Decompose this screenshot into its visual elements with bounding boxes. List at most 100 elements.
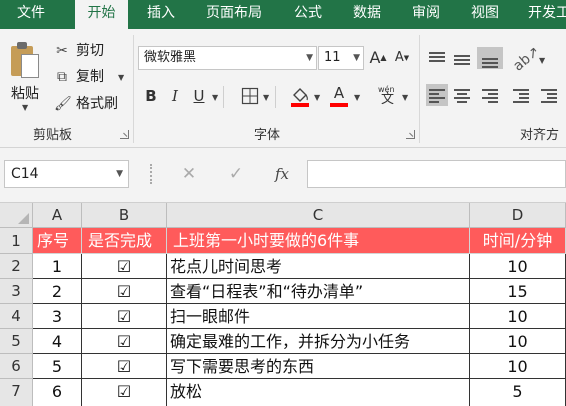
row-header[interactable]: 1 (0, 228, 33, 254)
task-cell[interactable]: 确定最难的工作，并拆分为小任务 (167, 329, 470, 354)
font-color-button[interactable]: A (328, 84, 350, 108)
name-box[interactable]: C14 ▼ (4, 160, 129, 188)
chevron-down-icon[interactable]: ▼ (263, 93, 269, 102)
column-header-c[interactable]: C (167, 203, 470, 228)
tab-data[interactable]: 数据 (342, 0, 392, 29)
ribbon-tab-bar: 文件 开始 插入 页面布局 公式 数据 审阅 视图 开发工 (0, 0, 566, 29)
task-cell[interactable]: 扫一眼邮件 (167, 304, 470, 329)
row-header[interactable]: 3 (0, 279, 33, 304)
task-cell[interactable]: 放松 (167, 379, 470, 406)
copy-icon: ⧉ (57, 69, 67, 85)
tab-insert[interactable]: 插入 (137, 0, 185, 29)
format-painter-label: 格式刷 (76, 96, 118, 112)
tab-file[interactable]: 文件 (0, 0, 62, 29)
divider (275, 86, 276, 108)
copy-button[interactable]: ⧉ 复制 ▼ (54, 66, 130, 88)
chevron-down-icon[interactable]: ▼ (539, 56, 545, 65)
table-header-cell[interactable]: 时间/分钟 (470, 228, 566, 254)
enter-icon[interactable]: ✓ (221, 160, 251, 188)
chevron-down-icon[interactable]: ▼ (354, 93, 360, 102)
cut-button[interactable]: ✂ 剪切 (54, 40, 124, 62)
shrink-font-button[interactable]: A▼ (391, 46, 413, 70)
seq-cell[interactable]: 2 (33, 279, 82, 304)
minutes-cell[interactable]: 15 (470, 279, 566, 304)
grow-font-button[interactable]: A▲ (367, 46, 389, 70)
row-header[interactable]: 2 (0, 254, 33, 279)
minutes-cell[interactable]: 5 (470, 379, 566, 406)
column-header-a[interactable]: A (33, 203, 82, 228)
seq-cell[interactable]: 6 (33, 379, 82, 406)
checkbox-cell[interactable]: ☑ (82, 304, 167, 329)
decrease-indent-button[interactable] (510, 84, 532, 106)
task-cell[interactable]: 查看“日程表”和“待办清单” (167, 279, 470, 304)
minutes-cell[interactable]: 10 (470, 354, 566, 379)
row-header[interactable]: 4 (0, 304, 33, 329)
phonetic-button[interactable]: wén 文 (376, 84, 400, 108)
tab-home[interactable]: 开始 (75, 0, 128, 29)
table-header-cell[interactable]: 上班第一小时要做的6件事 (167, 228, 470, 254)
increase-indent-button[interactable] (538, 84, 560, 106)
tab-page-layout[interactable]: 页面布局 (194, 0, 274, 29)
border-grid-icon (241, 87, 259, 105)
underline-button[interactable]: U (188, 84, 210, 108)
font-group-label: 字体 (254, 128, 281, 143)
task-cell[interactable]: 写下需要思考的东西 (167, 354, 470, 379)
tab-view[interactable]: 视图 (460, 0, 510, 29)
checkbox-cell[interactable]: ☑ (82, 379, 167, 406)
minutes-cell[interactable]: 10 (470, 254, 566, 279)
tab-review[interactable]: 审阅 (401, 0, 451, 29)
tab-formulas[interactable]: 公式 (283, 0, 333, 29)
row-header[interactable]: 7 (0, 379, 33, 406)
checkbox-cell[interactable]: ☑ (82, 329, 167, 354)
font-name-value: 微软雅黑 (144, 50, 197, 65)
column-header-b[interactable]: B (82, 203, 167, 228)
formula-buttons: ✕ ✓ fx (131, 160, 301, 188)
paintbrush-icon: 🖌 (54, 96, 72, 112)
fill-color-button[interactable] (289, 84, 311, 108)
align-right-button[interactable] (479, 84, 501, 106)
tab-developer[interactable]: 开发工 (522, 0, 566, 29)
chevron-down-icon[interactable]: ▼ (314, 93, 320, 102)
font-launcher-icon[interactable] (406, 130, 415, 139)
seq-cell[interactable]: 5 (33, 354, 82, 379)
format-painter-button[interactable]: 🖌 格式刷 (54, 93, 130, 115)
chevron-down-icon: ▼ (116, 169, 123, 179)
row-header[interactable]: 5 (0, 329, 33, 354)
table-header-cell[interactable]: 序号 (33, 228, 82, 254)
checkbox-cell[interactable]: ☑ (82, 279, 167, 304)
orientation-button[interactable]: ab↗ (510, 43, 543, 74)
seq-cell[interactable]: 4 (33, 329, 82, 354)
paste-button[interactable]: 粘贴 ▼ (4, 31, 46, 121)
table-header-cell[interactable]: 是否完成 (82, 228, 167, 254)
formula-bar: C14 ▼ ✕ ✓ fx (0, 148, 566, 202)
minutes-cell[interactable]: 10 (470, 304, 566, 329)
align-center-button[interactable] (451, 84, 473, 106)
checkbox-cell[interactable]: ☑ (82, 254, 167, 279)
paste-icon (11, 42, 39, 78)
chevron-down-icon[interactable]: ▼ (212, 93, 218, 102)
borders-button[interactable] (239, 84, 261, 108)
seq-cell[interactable]: 1 (33, 254, 82, 279)
align-left-button[interactable] (426, 84, 448, 106)
formula-input[interactable] (307, 160, 566, 188)
insert-function-button[interactable]: fx (267, 160, 297, 188)
checkbox-cell[interactable]: ☑ (82, 354, 167, 379)
align-bottom-button[interactable] (477, 47, 503, 69)
task-cell[interactable]: 花点儿时间思考 (167, 254, 470, 279)
seq-cell[interactable]: 3 (33, 304, 82, 329)
font-color-icon: A (333, 84, 345, 102)
align-middle-button[interactable] (451, 47, 473, 69)
minutes-cell[interactable]: 10 (470, 329, 566, 354)
cancel-icon[interactable]: ✕ (174, 160, 204, 188)
bold-button[interactable]: B (140, 84, 162, 108)
align-top-button[interactable] (426, 47, 448, 69)
chevron-down-icon[interactable]: ▼ (402, 93, 408, 102)
font-name-select[interactable]: 微软雅黑 ▼ (138, 46, 317, 70)
italic-button[interactable]: I (164, 84, 186, 108)
group-divider (419, 35, 420, 143)
clipboard-launcher-icon[interactable] (120, 130, 129, 139)
column-header-d[interactable]: D (470, 203, 566, 228)
row-header[interactable]: 6 (0, 354, 33, 379)
font-size-select[interactable]: 11 ▼ (318, 46, 364, 70)
select-all-button[interactable] (0, 203, 33, 228)
